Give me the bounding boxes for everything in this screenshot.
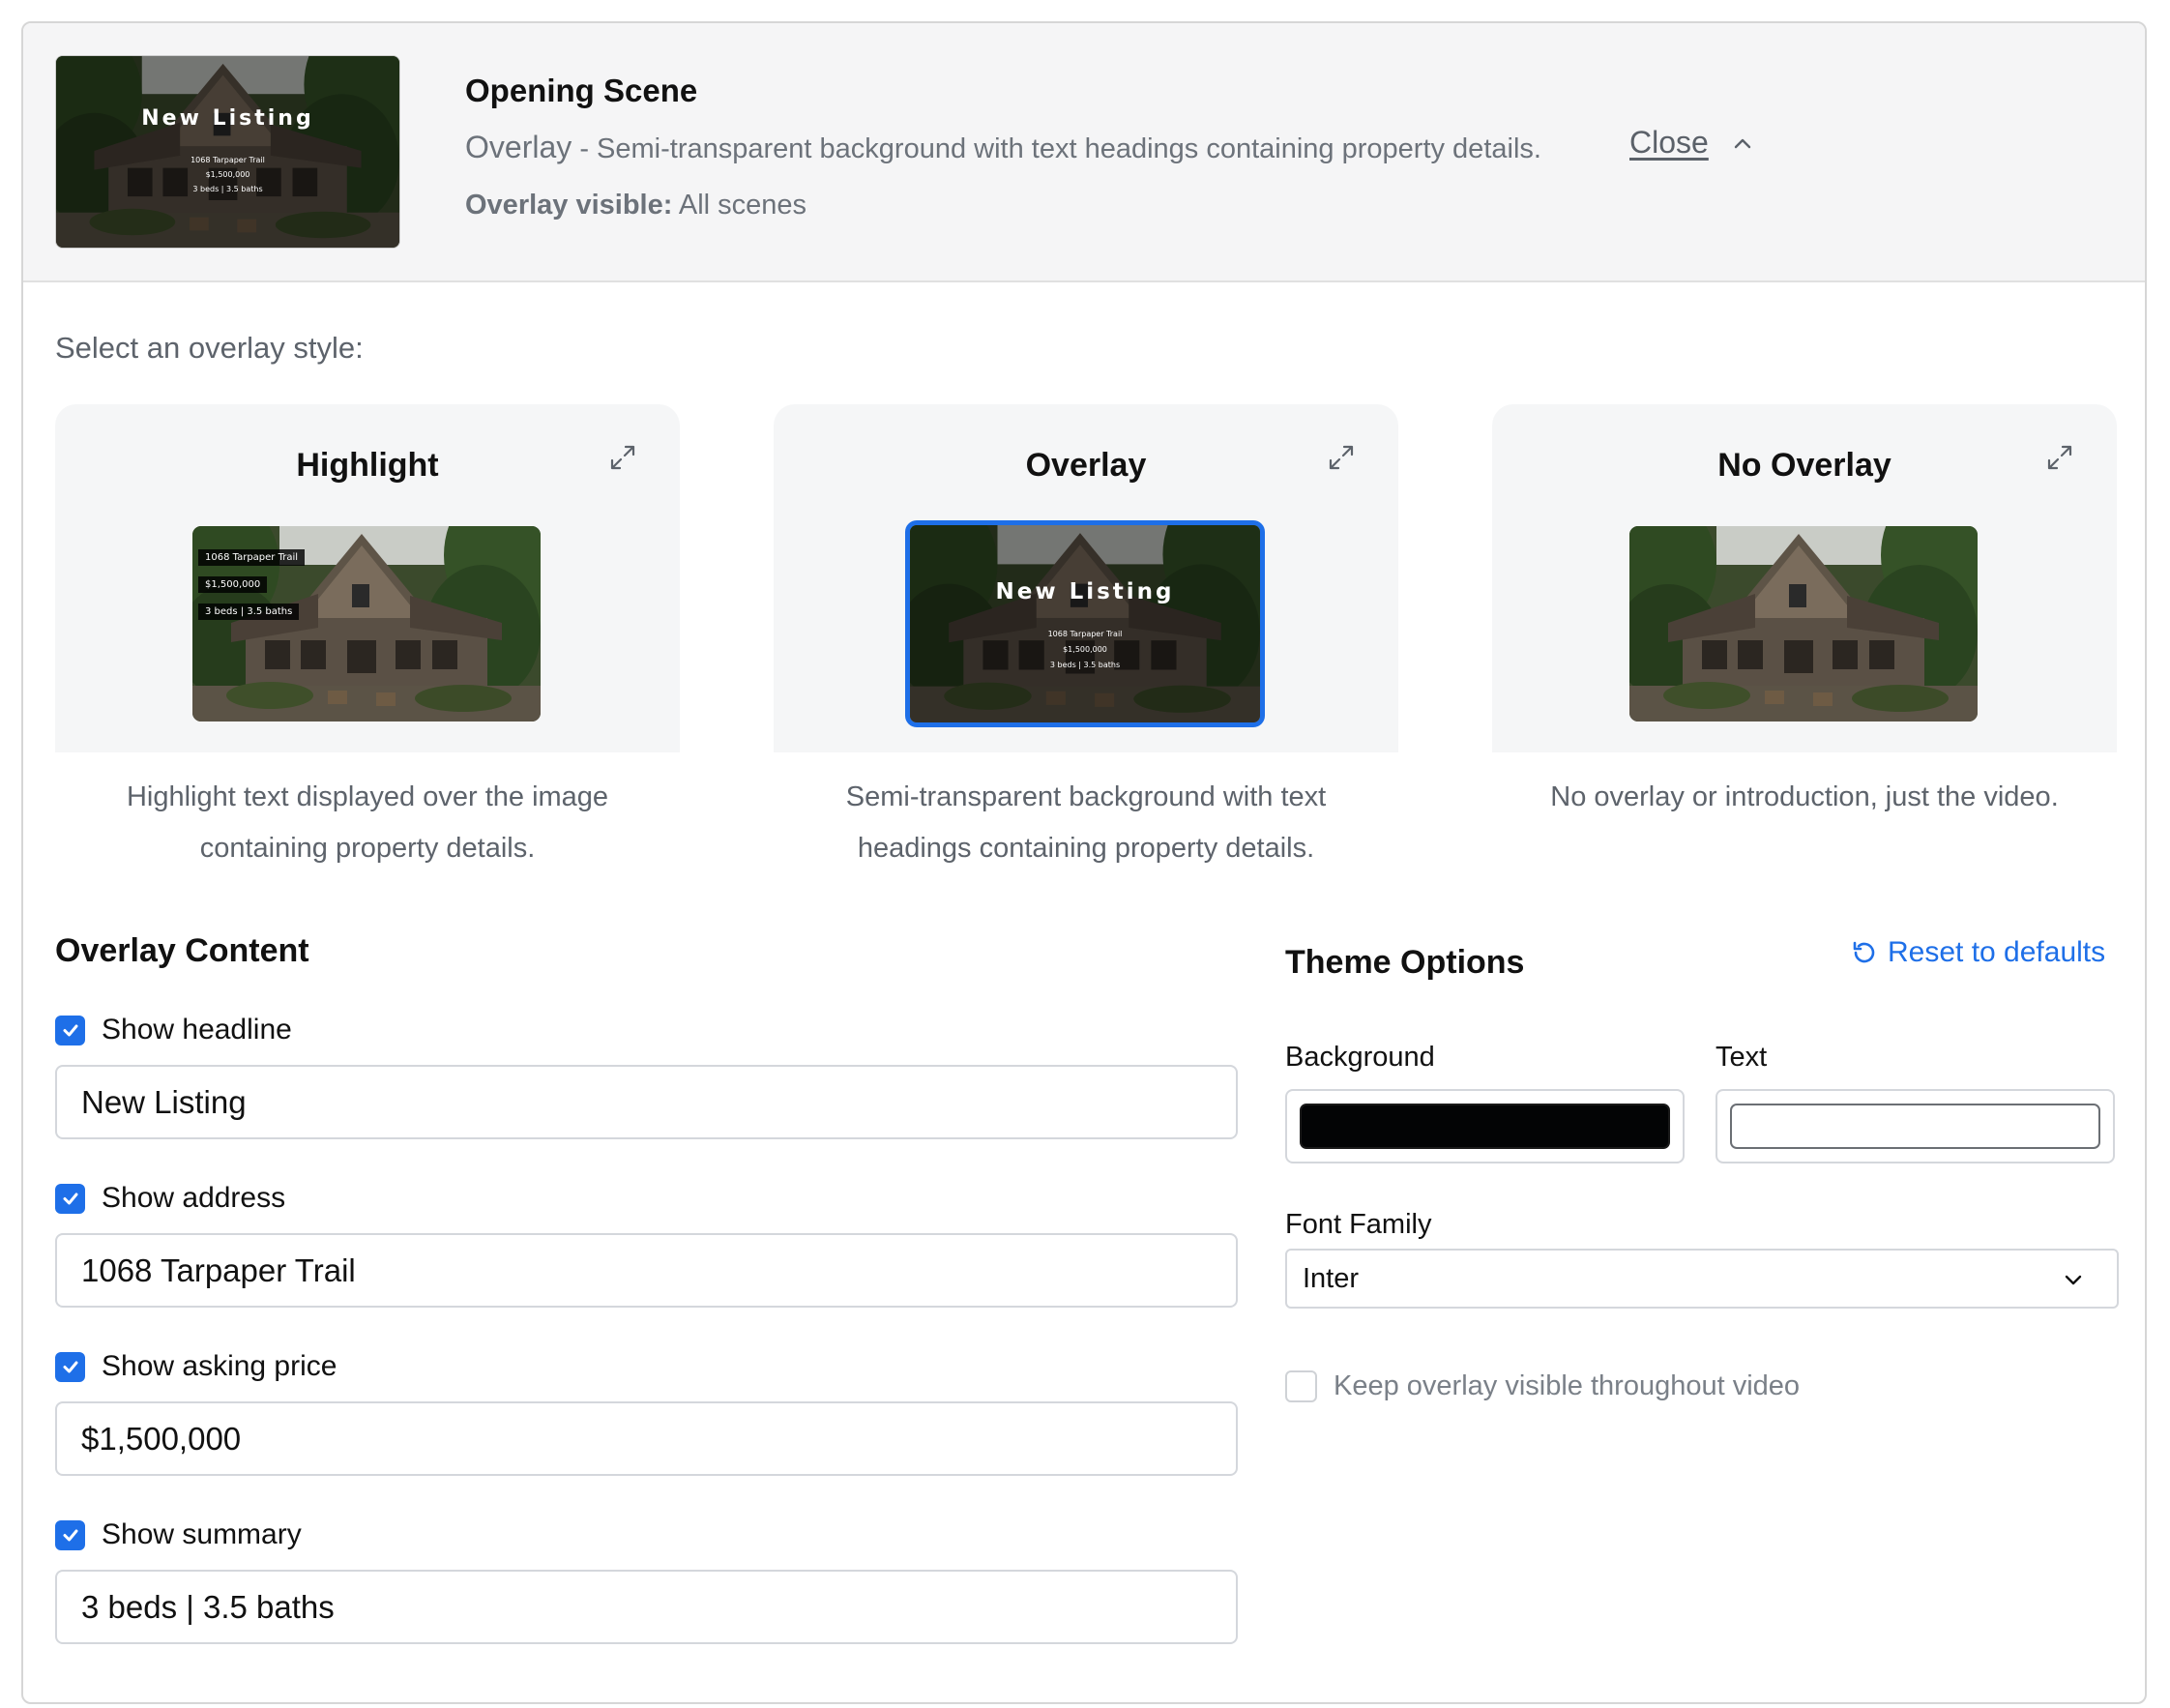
highlight-price-tag: $1,500,000 xyxy=(198,576,268,593)
check-icon xyxy=(63,1193,77,1205)
overlay-visibility: Overlay visible: All scenes xyxy=(465,190,806,221)
style-desc-highlight: Highlight text displayed over the image … xyxy=(55,772,680,874)
keep-overlay-visible-row: Keep overlay visible throughout video xyxy=(1285,1370,1800,1402)
selected-style-name: Overlay xyxy=(465,130,572,164)
style-card-no-overlay[interactable]: No Overlay xyxy=(1492,404,2117,752)
reset-label: Reset to defaults xyxy=(1888,936,2106,968)
style-desc-line: containing property details. xyxy=(199,833,536,864)
overlay-preview-address: 1068 Tarpaper Trail xyxy=(1047,630,1123,638)
style-desc-overlay: Semi-transparent background with text he… xyxy=(774,772,1398,874)
show-address-label: Show address xyxy=(102,1182,286,1214)
thumbnail-summary: 3 beds | 3.5 baths xyxy=(192,185,263,193)
overlay-preview-headline: New Listing xyxy=(995,579,1175,604)
overlay-visible-label: Overlay visible: xyxy=(465,190,673,221)
style-desc-line: headings containing property details. xyxy=(857,833,1315,864)
overlay-content-title: Overlay Content xyxy=(55,932,309,969)
keep-overlay-visible-checkbox[interactable] xyxy=(1285,1370,1317,1402)
address-input[interactable]: 1068 Tarpaper Trail xyxy=(55,1233,1238,1308)
opening-scene-panel: New Listing 1068 Tarpaper Trail $1,500,0… xyxy=(21,21,2147,1704)
scene-description: Overlay - Semi-transparent background wi… xyxy=(465,130,1541,165)
expand-icon[interactable] xyxy=(606,441,639,474)
show-address-row: Show address xyxy=(55,1182,285,1215)
text-color-label: Text xyxy=(1715,1042,1768,1073)
style-title-no-overlay: No Overlay xyxy=(1717,447,1891,484)
highlight-address-tag: 1068 Tarpaper Trail xyxy=(198,549,306,566)
font-family-select[interactable]: Inter xyxy=(1285,1249,2119,1309)
font-family-value: Inter xyxy=(1303,1262,1360,1294)
scene-header: New Listing 1068 Tarpaper Trail $1,500,0… xyxy=(23,23,2145,282)
selected-style-description: Semi-transparent background with text he… xyxy=(597,133,1541,164)
show-asking-price-checkbox[interactable] xyxy=(55,1351,85,1382)
show-asking-price-label: Show asking price xyxy=(102,1350,337,1382)
keep-overlay-visible-label: Keep overlay visible throughout video xyxy=(1334,1370,1801,1401)
background-color-picker[interactable] xyxy=(1285,1089,1685,1163)
theme-options-title: Theme Options xyxy=(1285,944,1525,981)
overlay-preview-price: $1,500,000 xyxy=(1063,645,1107,654)
expand-icon[interactable] xyxy=(2043,441,2076,474)
headline-input[interactable]: New Listing xyxy=(55,1065,1238,1139)
summary-input[interactable]: 3 beds | 3.5 baths xyxy=(55,1570,1238,1644)
style-preview-highlight: 1068 Tarpaper Trail $1,500,000 3 beds | … xyxy=(192,526,541,721)
font-family-label: Font Family xyxy=(1285,1209,1432,1240)
scene-title: Opening Scene xyxy=(465,73,698,108)
background-label: Background xyxy=(1285,1042,1435,1073)
house-photo xyxy=(1629,526,1978,721)
asking-price-input[interactable]: $1,500,000 xyxy=(55,1401,1238,1476)
check-icon xyxy=(63,1024,77,1037)
show-address-checkbox[interactable] xyxy=(55,1183,85,1214)
show-summary-row: Show summary xyxy=(55,1518,302,1551)
show-headline-row: Show headline xyxy=(55,1014,292,1046)
check-icon xyxy=(63,1529,77,1542)
overlay-visible-value: All scenes xyxy=(678,190,807,221)
close-button[interactable]: Close xyxy=(1629,125,1709,161)
style-desc-line: Highlight text displayed over the image xyxy=(126,781,609,812)
style-card-highlight[interactable]: Highlight 1068 Tarpaper Trail $1,500,000… xyxy=(55,404,680,752)
show-summary-label: Show summary xyxy=(102,1518,302,1550)
text-color-picker[interactable] xyxy=(1715,1089,2115,1163)
reset-to-defaults-button[interactable]: Reset to defaults xyxy=(1849,936,2105,969)
chevron-up-icon[interactable] xyxy=(1728,129,1757,158)
background-color-swatch xyxy=(1300,1104,1670,1149)
style-desc-line: Semi-transparent background with text xyxy=(845,781,1327,812)
expand-icon[interactable] xyxy=(1325,441,1358,474)
text-color-swatch xyxy=(1730,1104,2100,1149)
thumbnail-address: 1068 Tarpaper Trail xyxy=(191,156,265,164)
reset-icon xyxy=(1853,941,1875,963)
style-preview-overlay: New Listing 1068 Tarpaper Trail $1,500,0… xyxy=(905,520,1265,727)
check-icon xyxy=(63,1361,77,1373)
style-preview-no-overlay xyxy=(1629,526,1978,721)
show-summary-checkbox[interactable] xyxy=(55,1519,85,1550)
style-card-overlay[interactable]: Overlay New Listing 1068 Tarpaper Trail … xyxy=(774,404,1398,752)
highlight-summary-tag: 3 beds | 3.5 baths xyxy=(198,604,300,620)
thumbnail-price: $1,500,000 xyxy=(205,170,250,179)
header-thumbnail: New Listing 1068 Tarpaper Trail $1,500,0… xyxy=(55,55,400,249)
overlay-preview-summary: 3 beds | 3.5 baths xyxy=(1049,661,1121,669)
show-headline-label: Show headline xyxy=(102,1014,292,1045)
chevron-down-icon xyxy=(2065,1275,2082,1285)
show-asking-price-row: Show asking price xyxy=(55,1350,337,1383)
select-style-label: Select an overlay style: xyxy=(55,331,364,365)
style-title-highlight: Highlight xyxy=(296,447,439,484)
description-separator: - xyxy=(579,133,589,164)
style-title-overlay: Overlay xyxy=(1025,447,1147,484)
style-desc-no-overlay: No overlay or introduction, just the vid… xyxy=(1492,772,2117,823)
show-headline-checkbox[interactable] xyxy=(55,1015,85,1045)
style-desc-line: No overlay or introduction, just the vid… xyxy=(1550,781,2059,812)
thumbnail-headline: New Listing xyxy=(141,106,314,131)
